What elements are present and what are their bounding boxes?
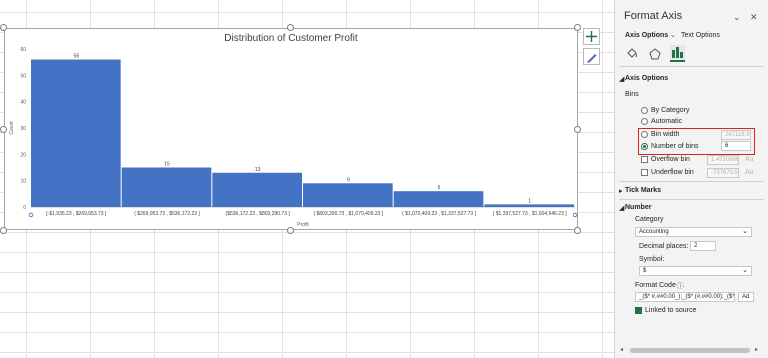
y-tick-label: 30 bbox=[20, 126, 26, 132]
tab-text-options[interactable]: Text Options bbox=[681, 32, 720, 39]
axis-selection-handle bbox=[572, 212, 578, 218]
info-icon[interactable]: ⓘ bbox=[677, 281, 684, 291]
bar-value-label: 56 bbox=[74, 54, 80, 60]
y-tick-label: 0 bbox=[23, 205, 26, 211]
y-axis-title: Count bbox=[9, 121, 15, 135]
tab-axis-options[interactable]: Axis Options bbox=[625, 32, 668, 39]
x-tick-label: ( $1,337,527.73 , $1,604,646.23 ] bbox=[493, 211, 568, 217]
section-axis-options[interactable]: Axis Options bbox=[625, 75, 668, 82]
overflow-bin-label: Overflow bin bbox=[651, 156, 690, 163]
bar-value-label: 15 bbox=[164, 162, 170, 168]
add-format-code-button[interactable]: Ad bbox=[738, 292, 754, 302]
divider bbox=[619, 199, 764, 200]
section-tick-marks[interactable]: Tick Marks bbox=[625, 187, 661, 194]
x-tick-label: [-$1,935.23 , $269,053.73 ] bbox=[46, 211, 107, 217]
linked-to-source-label: Linked to source bbox=[645, 307, 697, 314]
overflow-auto-label: Au bbox=[745, 156, 754, 163]
decimal-places-label: Decimal places: bbox=[639, 243, 689, 250]
histogram-bar bbox=[121, 167, 212, 207]
histogram-bar bbox=[393, 191, 484, 207]
resize-handle-top-left[interactable] bbox=[0, 24, 7, 31]
plus-icon bbox=[586, 31, 597, 42]
bins-label: Bins bbox=[625, 91, 639, 98]
underflow-auto-label: Au bbox=[745, 169, 754, 176]
x-tick-label: ( $1,070,409.23 , $1,337,527.73 ] bbox=[402, 211, 477, 217]
section-number[interactable]: Number bbox=[625, 204, 651, 211]
resize-handle-bottom[interactable] bbox=[287, 227, 294, 234]
highlight-box bbox=[638, 128, 755, 155]
effects-icon[interactable] bbox=[648, 47, 662, 61]
automatic-label: Automatic bbox=[651, 118, 683, 125]
fill-line-icon[interactable] bbox=[625, 47, 639, 61]
underflow-bin-checkbox[interactable] bbox=[641, 169, 648, 176]
close-icon[interactable]: ✕ bbox=[750, 12, 758, 23]
x-tick-label: ($536,172.23 , $803,290.73 ] bbox=[226, 211, 291, 217]
by-category-radio[interactable] bbox=[641, 107, 648, 114]
resize-handle-left[interactable] bbox=[0, 126, 7, 133]
category-label: Category bbox=[635, 216, 664, 223]
scroll-left-icon[interactable]: ◂ bbox=[620, 346, 623, 353]
format-code-field[interactable]: _($* #,##0.00_);_($* (#,##0.00);_($* bbox=[635, 292, 735, 302]
overflow-bin-checkbox[interactable] bbox=[641, 156, 648, 163]
pane-title: Format Axis bbox=[624, 10, 683, 22]
histogram-bar bbox=[484, 204, 574, 207]
format-code-label: Format Code bbox=[635, 282, 676, 289]
automatic-radio[interactable] bbox=[641, 118, 648, 125]
overflow-bin-field[interactable]: 1.4710866 bbox=[707, 155, 739, 165]
by-category-label: By Category bbox=[651, 107, 690, 114]
collapse-icon[interactable]: ◢ bbox=[619, 204, 624, 212]
chart-styles-button[interactable] bbox=[583, 48, 600, 65]
chevron-down-icon[interactable]: ⌄ bbox=[670, 31, 676, 39]
chevron-down-icon[interactable]: ⌄ bbox=[733, 12, 741, 23]
bar-value-label: 13 bbox=[255, 167, 261, 173]
symbol-select[interactable]: $ bbox=[639, 266, 752, 276]
format-axis-pane: Format Axis ⌄ ✕ Axis Options ⌄ Text Opti… bbox=[614, 0, 768, 358]
histogram-chart[interactable]: Distribution of Customer Profit 0 10 20 30 4… bbox=[4, 28, 578, 230]
scroll-right-icon[interactable]: ▸ bbox=[755, 346, 758, 353]
linked-to-source-checkbox[interactable] bbox=[635, 307, 642, 314]
resize-handle-bottom-right[interactable] bbox=[574, 227, 581, 234]
resize-handle-bottom-left[interactable] bbox=[0, 227, 7, 234]
resize-handle-top-right[interactable] bbox=[574, 24, 581, 31]
decimal-places-field[interactable]: 2 bbox=[690, 241, 716, 251]
x-tick-label: ( $269,053.73 , $536,172.23 ] bbox=[134, 211, 200, 217]
symbol-label: Symbol: bbox=[639, 256, 665, 263]
x-axis-title: Profit bbox=[297, 222, 309, 228]
bar-value-label: 6 bbox=[438, 185, 441, 191]
y-tick-label: 60 bbox=[20, 47, 26, 53]
x-tick-label: ( $803,290.73 , $1,070,409.23 ] bbox=[313, 211, 383, 217]
y-tick-label: 40 bbox=[20, 100, 26, 106]
divider bbox=[619, 66, 764, 67]
axis-options-icon-tab[interactable] bbox=[670, 45, 685, 62]
histogram-bar bbox=[31, 59, 121, 208]
bar-value-label: 1 bbox=[528, 198, 531, 204]
y-tick-label: 10 bbox=[20, 179, 26, 185]
axis-selection-handle bbox=[28, 212, 34, 218]
histogram-bar bbox=[303, 183, 393, 207]
category-select[interactable]: Accounting bbox=[635, 227, 752, 237]
pane-scrollbar[interactable] bbox=[630, 348, 750, 353]
collapse-icon[interactable]: ◢ bbox=[619, 75, 624, 83]
y-tick-label: 20 bbox=[20, 152, 26, 158]
bar-chart-icon bbox=[672, 47, 683, 58]
chart-plot-area[interactable]: 0 10 20 30 40 50 60 56 [-$1,935.23 , $269,053.73… bbox=[5, 29, 579, 231]
resize-handle-right[interactable] bbox=[574, 126, 581, 133]
underflow-bin-label: Underflow bin bbox=[651, 169, 694, 176]
bar-value-label: 9 bbox=[347, 177, 350, 183]
y-tick-label: 50 bbox=[20, 73, 26, 79]
underflow-bin-field[interactable]: -737670.5 bbox=[707, 168, 739, 178]
histogram-bar bbox=[212, 172, 302, 207]
chart-elements-button[interactable] bbox=[583, 28, 600, 45]
brush-icon bbox=[586, 53, 596, 62]
resize-handle-top[interactable] bbox=[287, 24, 294, 31]
expand-icon[interactable]: ▸ bbox=[619, 187, 623, 195]
divider bbox=[619, 181, 764, 182]
